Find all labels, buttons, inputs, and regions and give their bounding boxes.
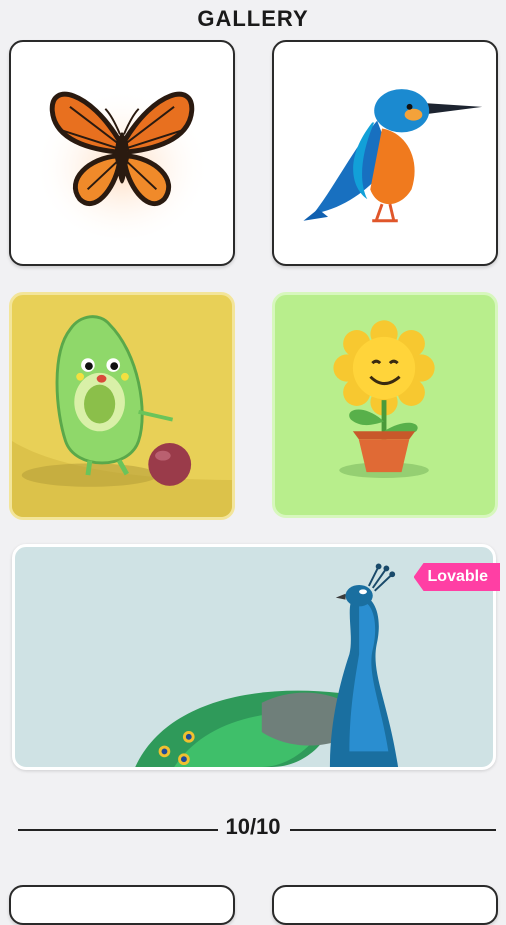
lovable-badge: Lovable xyxy=(413,563,500,591)
gallery-card-kingfisher[interactable] xyxy=(272,40,498,266)
kingfisher-image xyxy=(303,89,483,223)
sunflower-image xyxy=(333,320,435,479)
page-counter-text: 10/10 xyxy=(221,814,285,839)
gallery-card-next-right[interactable] xyxy=(272,885,498,925)
gallery-card-next-left[interactable] xyxy=(9,885,235,925)
page-counter: 10/10 xyxy=(0,814,506,840)
gallery-card-sunflower[interactable] xyxy=(272,292,498,518)
avocado-image xyxy=(12,315,232,517)
page-title: GALLERY xyxy=(197,6,309,31)
gallery-card-avocado[interactable] xyxy=(9,292,235,520)
gallery-card-butterfly[interactable] xyxy=(9,40,235,266)
butterfly-image xyxy=(33,81,211,239)
